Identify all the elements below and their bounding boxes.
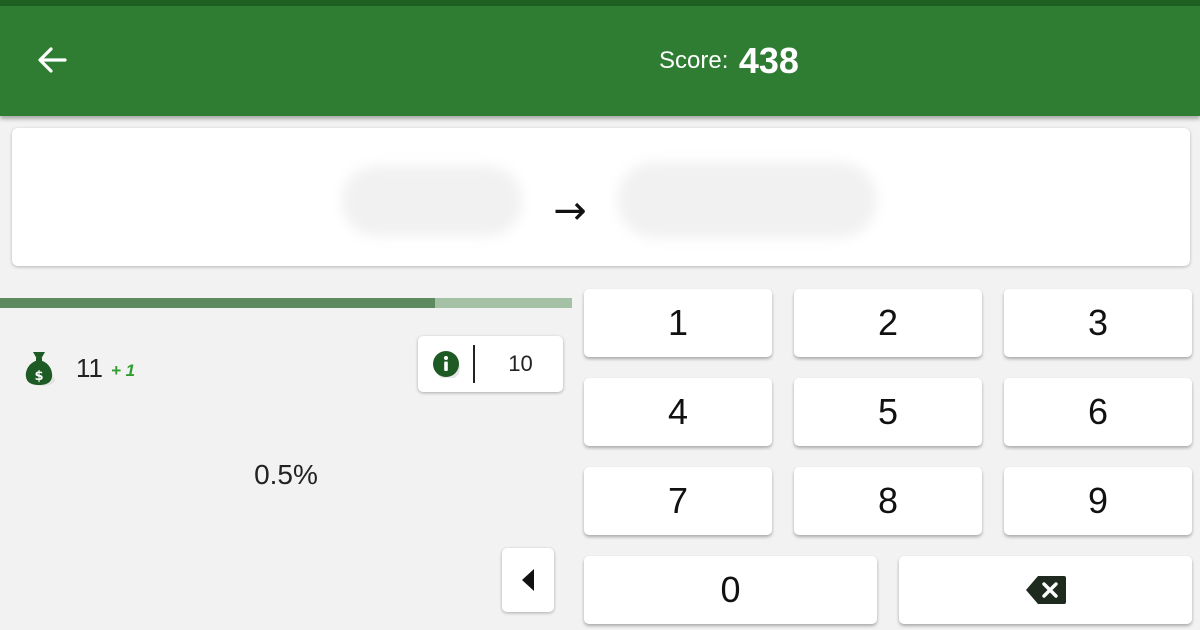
progress-fill bbox=[0, 298, 435, 308]
previous-button[interactable] bbox=[502, 548, 554, 612]
coin-count: 11 bbox=[76, 352, 103, 383]
key-1[interactable]: 1 bbox=[584, 289, 772, 357]
score-display: Score: 438 bbox=[0, 40, 1200, 82]
key-9[interactable]: 9 bbox=[1004, 467, 1192, 535]
conversion-arrow: → bbox=[553, 188, 587, 234]
question-card: → bbox=[12, 128, 1190, 266]
score-label: Score: bbox=[659, 47, 729, 74]
coins-display: $ 11 + 1 bbox=[22, 346, 135, 390]
money-bag-icon: $ bbox=[25, 352, 55, 386]
backspace-key[interactable] bbox=[899, 556, 1192, 624]
info-divider bbox=[473, 345, 475, 383]
score-value: 438 bbox=[738, 40, 799, 81]
key-4[interactable]: 4 bbox=[584, 378, 772, 446]
triangle-left-icon bbox=[522, 569, 534, 591]
info-button[interactable]: 10 bbox=[418, 336, 563, 392]
info-icon bbox=[433, 351, 460, 378]
info-value: 10 bbox=[508, 351, 533, 376]
backspace-icon bbox=[1025, 576, 1066, 604]
key-7[interactable]: 7 bbox=[584, 467, 772, 535]
blurred-source-term bbox=[342, 166, 522, 236]
key-3[interactable]: 3 bbox=[1004, 289, 1192, 357]
blurred-target-term bbox=[617, 162, 877, 238]
progress-bar bbox=[0, 298, 572, 308]
app-bar: Score: 438 bbox=[0, 6, 1200, 116]
key-8[interactable]: 8 bbox=[794, 467, 982, 535]
accuracy-percent: 0.5% bbox=[254, 459, 318, 490]
key-5[interactable]: 5 bbox=[794, 378, 982, 446]
key-2[interactable]: 2 bbox=[794, 289, 982, 357]
svg-text:$: $ bbox=[34, 369, 43, 384]
key-0[interactable]: 0 bbox=[584, 556, 877, 624]
coin-bonus: + 1 bbox=[111, 361, 136, 380]
key-6[interactable]: 6 bbox=[1004, 378, 1192, 446]
